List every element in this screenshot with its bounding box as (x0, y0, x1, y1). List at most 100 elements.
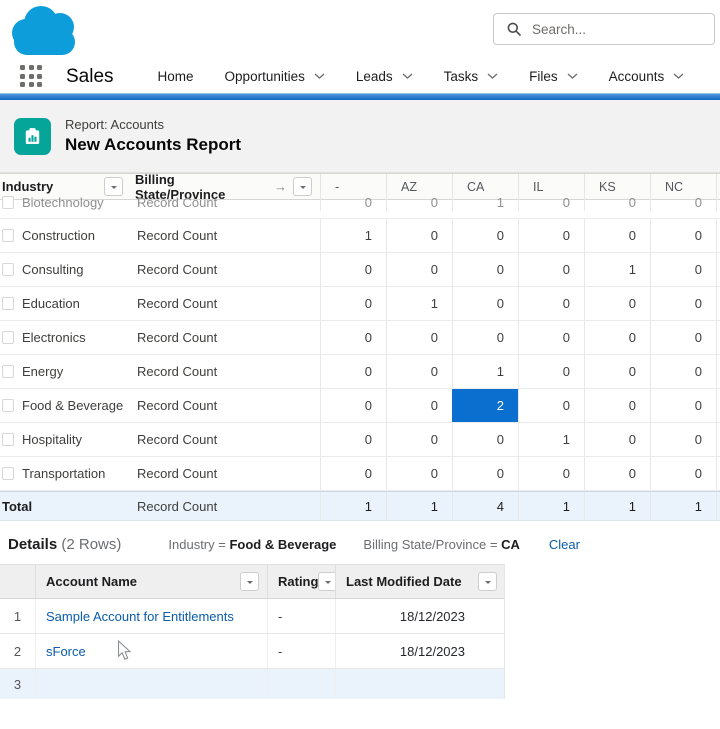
pivot-value-cell[interactable]: 1 (518, 423, 584, 456)
pivot-value-cell[interactable]: 0 (386, 253, 452, 286)
pivot-value-cell[interactable]: 0 (650, 423, 716, 456)
pivot-value-cell[interactable]: 0 (584, 193, 650, 211)
pivot-row-label[interactable]: Biotechnology (14, 193, 135, 211)
pivot-value-cell[interactable]: 0 (518, 321, 584, 354)
pivot-value-cell[interactable]: 1 (584, 253, 650, 286)
row-checkbox[interactable] (2, 297, 14, 310)
pivot-value-cell[interactable]: 1 (584, 492, 650, 520)
pivot-value-cell[interactable]: 0 (320, 355, 386, 388)
row-checkbox[interactable] (2, 467, 14, 480)
details-col-header-account-name[interactable]: Account Name (35, 565, 267, 598)
pivot-value-cell[interactable]: 0 (320, 423, 386, 456)
account-name-cell (35, 669, 267, 699)
filter-button[interactable] (478, 572, 497, 591)
row-checkbox[interactable] (2, 399, 14, 412)
pivot-value-cell[interactable]: 0 (386, 389, 452, 422)
nav-tab-leads[interactable]: Leads (356, 69, 413, 84)
account-link[interactable]: sForce (46, 644, 86, 659)
global-search[interactable] (493, 13, 715, 45)
pivot-selected-cell[interactable]: 2 (452, 389, 518, 422)
account-link[interactable]: Sample Account for Entitlements (46, 609, 234, 624)
nav-tab-tasks[interactable]: Tasks (444, 69, 499, 84)
pivot-row-label[interactable]: Energy (14, 355, 135, 388)
row-checkbox[interactable] (2, 365, 14, 378)
nav-tab-label: Accounts (609, 69, 665, 84)
row-checkbox[interactable] (2, 433, 14, 446)
pivot-value-cell[interactable]: 0 (320, 457, 386, 490)
pivot-value-cell[interactable]: 0 (584, 219, 650, 252)
pivot-value-cell[interactable]: 0 (650, 253, 716, 286)
pivot-value-cell[interactable]: 1 (452, 355, 518, 388)
nav-tab-home[interactable]: Home (158, 69, 194, 84)
row-checkbox[interactable] (2, 263, 14, 276)
pivot-value-cell[interactable]: 0 (650, 287, 716, 320)
pivot-value-cell[interactable]: 0 (518, 193, 584, 211)
pivot-value-cell[interactable]: 1 (320, 492, 386, 520)
filter-button[interactable] (318, 572, 335, 591)
pivot-value-cell[interactable]: 0 (386, 219, 452, 252)
row-fill (716, 492, 720, 520)
pivot-value-cell[interactable]: 0 (584, 355, 650, 388)
nav-tab-files[interactable]: Files (529, 69, 578, 84)
pivot-value-cell[interactable]: 0 (584, 423, 650, 456)
pivot-value-cell[interactable]: 1 (650, 492, 716, 520)
pivot-value-cell[interactable]: 0 (584, 287, 650, 320)
pivot-value-cell[interactable]: 0 (320, 253, 386, 286)
pivot-value-cell[interactable]: 0 (650, 389, 716, 422)
search-input[interactable] (530, 21, 714, 38)
pivot-row-label[interactable]: Electronics (14, 321, 135, 354)
pivot-value-cell[interactable]: 0 (386, 457, 452, 490)
filter-button[interactable] (240, 572, 259, 591)
pivot-value-cell[interactable]: 0 (650, 219, 716, 252)
pivot-value-cell[interactable]: 0 (584, 389, 650, 422)
pivot-value-cell[interactable]: 0 (386, 355, 452, 388)
pivot-value-cell[interactable]: 0 (650, 355, 716, 388)
pivot-value-cell[interactable]: 0 (452, 423, 518, 456)
row-checkbox[interactable] (2, 229, 14, 242)
row-checkbox[interactable] (2, 196, 14, 209)
clear-filters-link[interactable]: Clear (549, 537, 580, 552)
pivot-value-cell[interactable]: 0 (518, 253, 584, 286)
pivot-row-label[interactable]: Hospitality (14, 423, 135, 456)
nav-tab-opportunities[interactable]: Opportunities (225, 69, 325, 84)
pivot-value-cell[interactable]: 0 (518, 457, 584, 490)
pivot-value-cell[interactable]: 0 (452, 219, 518, 252)
pivot-value-cell[interactable]: 1 (452, 193, 518, 211)
pivot-value-cell[interactable]: 0 (320, 389, 386, 422)
pivot-row-label[interactable]: Construction (14, 219, 135, 252)
pivot-value-cell[interactable]: 1 (386, 492, 452, 520)
pivot-value-cell[interactable]: 0 (518, 287, 584, 320)
pivot-value-cell[interactable]: 0 (584, 321, 650, 354)
details-bar: Details (2 Rows) Industry = Food & Bever… (0, 521, 720, 564)
pivot-value-cell[interactable]: 0 (452, 253, 518, 286)
app-launcher-icon[interactable] (20, 65, 43, 88)
pivot-value-cell[interactable]: 1 (518, 492, 584, 520)
pivot-value-cell[interactable]: 0 (386, 321, 452, 354)
pivot-value-cell[interactable]: 0 (452, 321, 518, 354)
pivot-value-cell[interactable]: 0 (650, 321, 716, 354)
pivot-value-cell[interactable]: 0 (518, 389, 584, 422)
pivot-value-cell[interactable]: 0 (320, 193, 386, 211)
nav-tab-accounts[interactable]: Accounts (609, 69, 685, 84)
pivot-row-label[interactable]: Consulting (14, 253, 135, 286)
details-col-header-last-modified-date[interactable]: Last Modified Date (335, 565, 505, 598)
pivot-row-label[interactable]: Transportation (14, 457, 135, 490)
pivot-value-cell[interactable]: 4 (452, 492, 518, 520)
pivot-row-label[interactable]: Food & Beverage (14, 389, 135, 422)
pivot-value-cell[interactable]: 0 (320, 321, 386, 354)
pivot-value-cell[interactable]: 0 (320, 287, 386, 320)
pivot-value-cell[interactable]: 0 (650, 457, 716, 490)
pivot-value-cell[interactable]: 0 (584, 457, 650, 490)
row-checkbox[interactable] (2, 331, 14, 344)
pivot-value-cell[interactable]: 1 (320, 219, 386, 252)
pivot-value-cell[interactable]: 1 (386, 287, 452, 320)
pivot-value-cell[interactable]: 0 (452, 457, 518, 490)
details-col-header-rating[interactable]: Rating (267, 565, 335, 598)
pivot-value-cell[interactable]: 0 (386, 423, 452, 456)
pivot-value-cell[interactable]: 0 (518, 355, 584, 388)
pivot-value-cell[interactable]: 0 (452, 287, 518, 320)
pivot-row-label[interactable]: Education (14, 287, 135, 320)
pivot-value-cell[interactable]: 0 (650, 193, 716, 211)
pivot-value-cell[interactable]: 0 (518, 219, 584, 252)
pivot-value-cell[interactable]: 0 (386, 193, 452, 211)
